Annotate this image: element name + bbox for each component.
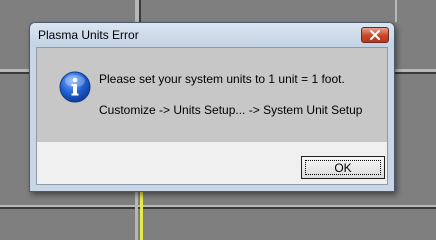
message-line-2: Customize -> Units Setup... -> System Un… (99, 103, 363, 117)
viewport-grid-line (139, 0, 141, 22)
viewport-grid-line (395, 0, 397, 22)
close-icon (370, 30, 380, 40)
info-icon (59, 71, 91, 103)
error-dialog: Plasma Units Error Please set your syste… (29, 22, 395, 192)
close-button[interactable] (361, 27, 389, 43)
viewport-grid-line (0, 72, 29, 74)
dialog-title: Plasma Units Error (38, 28, 139, 42)
viewport-grid-line (395, 72, 436, 74)
message-area: Please set your system units to 1 unit =… (37, 48, 387, 142)
viewport-axis-line (140, 192, 143, 240)
dialog-titlebar[interactable]: Plasma Units Error (30, 23, 394, 47)
viewport-grid-line (0, 207, 436, 209)
dialog-body: Please set your system units to 1 unit =… (36, 47, 388, 185)
focus-ring (305, 160, 381, 175)
viewport-grid-line (135, 192, 138, 240)
message-line-1: Please set your system units to 1 unit =… (99, 72, 345, 86)
ok-button[interactable]: OK (301, 156, 385, 179)
